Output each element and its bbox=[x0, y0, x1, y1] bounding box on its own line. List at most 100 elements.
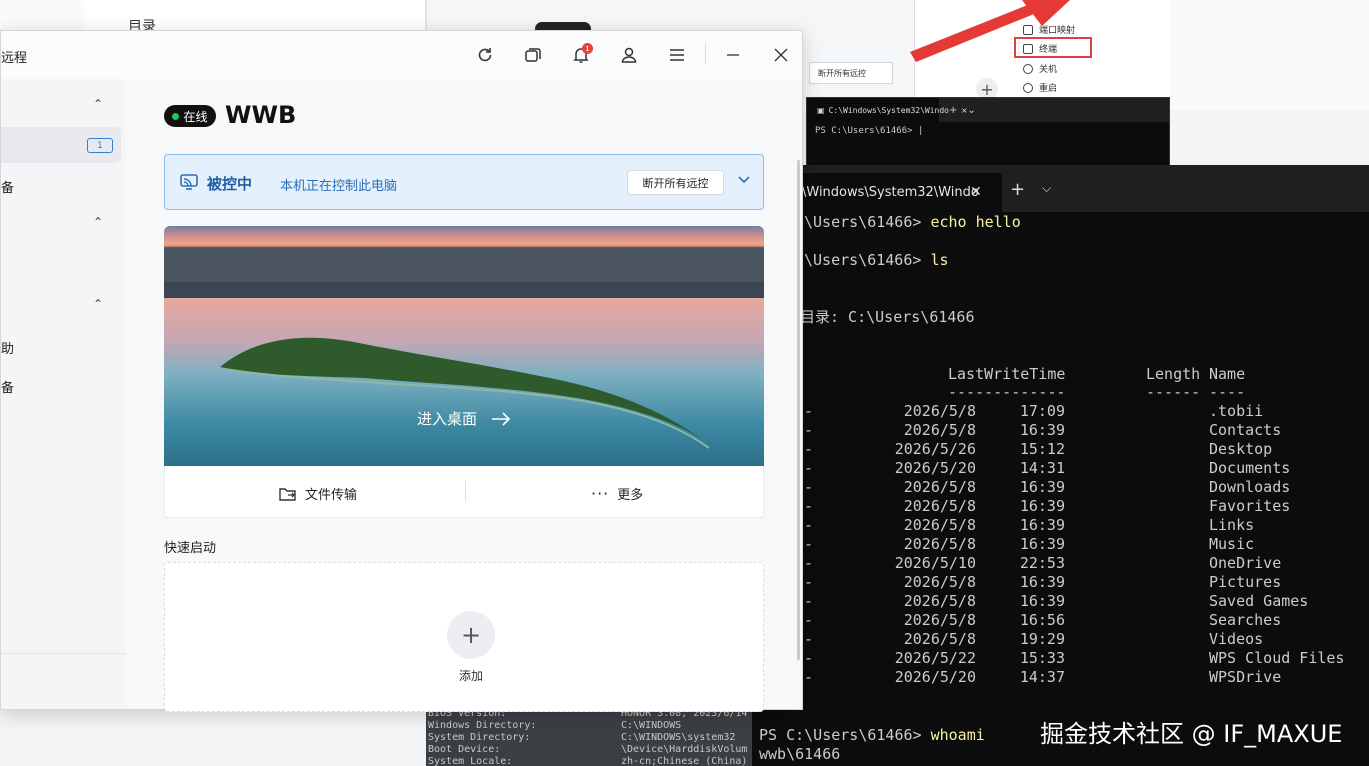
small-terminal-tabbar: ▣ C:\Windows\System32\Windo × + ⌄ bbox=[807, 98, 1169, 122]
remote-screen-icon bbox=[180, 173, 200, 191]
small-terminal-tab[interactable]: ▣ C:\Windows\System32\Windo × bbox=[807, 98, 968, 122]
menu-item-label: 重启 bbox=[1039, 84, 1058, 94]
entry-name: Contacts bbox=[1209, 421, 1282, 439]
command: echo hello bbox=[930, 213, 1021, 231]
mode-dash: - bbox=[804, 630, 814, 648]
entry-date: 2026/5/8 bbox=[903, 573, 976, 591]
column-header-name: Name bbox=[1209, 365, 1246, 383]
mode-dash: - bbox=[804, 516, 814, 534]
chevron-down-icon[interactable]: ⌄ bbox=[967, 105, 975, 116]
watermark: 掘金技术社区 @ IF_MAXUE bbox=[1040, 720, 1343, 748]
menu-item-shutdown[interactable]: 关机 bbox=[1023, 62, 1057, 75]
banner-title: 被控中 bbox=[207, 175, 253, 193]
entry-time: 22:53 bbox=[1019, 554, 1065, 572]
entry-name: Saved Games bbox=[1209, 592, 1309, 610]
status-label: 在线 bbox=[183, 109, 208, 124]
entry-time: 19:29 bbox=[1019, 630, 1065, 648]
entry-name: .tobii bbox=[1209, 402, 1264, 420]
file-transfer-label: 文件传输 bbox=[305, 488, 358, 503]
arrow-right-icon bbox=[492, 411, 511, 426]
column-header-length: Length bbox=[1146, 365, 1201, 383]
user-icon[interactable] bbox=[617, 43, 641, 67]
entry-date: 2026/5/22 bbox=[894, 649, 976, 667]
mode-dash: - bbox=[804, 573, 814, 591]
entry-name: WPSDrive bbox=[1209, 668, 1282, 686]
refresh-icon[interactable] bbox=[473, 43, 497, 67]
command-output: wwb\61466 bbox=[759, 745, 841, 763]
entry-date: 2026/5/8 bbox=[903, 478, 976, 496]
entry-name: OneDrive bbox=[1209, 554, 1282, 572]
sidebar-item-label[interactable]: 备 bbox=[1, 377, 14, 396]
chevron-down-icon[interactable] bbox=[737, 174, 751, 189]
online-dot-icon bbox=[172, 112, 180, 120]
quick-start-area: + 添加 bbox=[164, 562, 764, 712]
entry-time: 16:39 bbox=[1019, 421, 1065, 439]
sysinfo-value: zh-cn;Chinese (China) bbox=[621, 756, 748, 766]
count-badge: 1 bbox=[87, 138, 113, 153]
entry-time: 16:39 bbox=[1019, 478, 1065, 496]
minimize-icon[interactable] bbox=[721, 43, 745, 67]
enter-desktop-label: 进入桌面 bbox=[416, 410, 477, 428]
entry-time: 16:39 bbox=[1019, 516, 1065, 534]
entry-date: 2026/5/8 bbox=[903, 611, 976, 629]
action-divider bbox=[465, 481, 466, 501]
prompt: PS C:\Users\61466> bbox=[759, 726, 931, 744]
more-button[interactable]: ··· 更多 bbox=[591, 484, 643, 503]
mode-dash: - bbox=[804, 554, 814, 572]
background-disconnect-button[interactable]: 断开所有远控 bbox=[809, 62, 893, 84]
sidebar-item-label[interactable]: 备 bbox=[1, 177, 14, 196]
entry-name: Documents bbox=[1209, 459, 1291, 477]
bell-icon[interactable]: 1 bbox=[569, 43, 593, 67]
entry-time: 15:33 bbox=[1019, 649, 1065, 667]
column-separator: ------------- bbox=[948, 383, 1066, 401]
folder-transfer-icon bbox=[279, 487, 296, 501]
chevron-up-icon[interactable]: ⌃ bbox=[93, 297, 103, 311]
small-terminal-prompt: PS C:\Users\61466> | bbox=[815, 126, 924, 136]
entry-date: 2026/5/20 bbox=[894, 668, 976, 686]
scrollbar[interactable] bbox=[797, 160, 800, 660]
sysinfo-key: System Locale: bbox=[428, 756, 513, 766]
new-tab-icon[interactable]: + bbox=[949, 105, 957, 116]
column-separator: ------ bbox=[1146, 383, 1201, 401]
desktop-preview[interactable]: 进入桌面 bbox=[164, 226, 764, 466]
enter-desktop-button[interactable]: 进入桌面 bbox=[164, 408, 764, 429]
menu-item-restart[interactable]: 重启 bbox=[1023, 81, 1057, 94]
mode-dash: - bbox=[804, 668, 814, 686]
terminal-tab-title: \Windows\System32\Windo bbox=[802, 185, 979, 200]
entry-date: 2026/5/10 bbox=[894, 554, 976, 572]
chevron-up-icon[interactable]: ⌃ bbox=[93, 215, 103, 229]
close-tab-icon[interactable]: ✕ bbox=[970, 184, 982, 200]
title-divider bbox=[705, 43, 706, 65]
terminal-line: \Users\61466> ls bbox=[804, 251, 949, 270]
new-tab-icon[interactable]: + bbox=[1010, 179, 1025, 200]
entry-date: 2026/5/8 bbox=[903, 592, 976, 610]
add-icon[interactable]: + bbox=[447, 611, 495, 659]
column-separator: ---- bbox=[1209, 383, 1246, 401]
sidebar-divider bbox=[1, 653, 125, 654]
entry-date: 2026/5/8 bbox=[903, 497, 976, 515]
action-bar: 文件传输 ··· 更多 bbox=[164, 466, 764, 518]
close-icon[interactable] bbox=[769, 43, 793, 67]
entry-time: 14:37 bbox=[1019, 668, 1065, 686]
entry-name: Pictures bbox=[1209, 573, 1282, 591]
device-name: WWB bbox=[225, 101, 297, 129]
entry-name: Music bbox=[1209, 535, 1255, 553]
sidebar-item-label[interactable]: 助 bbox=[1, 338, 14, 357]
quick-start-title: 快速启动 bbox=[164, 541, 217, 556]
disconnect-all-button[interactable]: 断开所有远控 bbox=[628, 171, 723, 194]
windows-icon[interactable] bbox=[521, 43, 545, 67]
mode-dash: - bbox=[804, 440, 814, 458]
menu-icon[interactable] bbox=[665, 43, 689, 67]
terminal-window[interactable]: \Windows\System32\Windo ✕ + ⌵ \Users\614… bbox=[752, 165, 1369, 766]
prompt: \Users\61466> bbox=[804, 251, 931, 269]
red-arrow-annotation bbox=[910, 0, 1070, 62]
entry-date: 2026/5/8 bbox=[903, 402, 976, 420]
banner-description: 本机正在控制此电脑 bbox=[280, 179, 398, 194]
file-transfer-button[interactable]: 文件传输 bbox=[279, 484, 357, 503]
entry-time: 16:39 bbox=[1019, 497, 1065, 515]
chevron-down-icon[interactable]: ⌵ bbox=[1042, 181, 1051, 196]
sysinfo-key: Boot Device: bbox=[428, 744, 501, 755]
more-dots-icon: ··· bbox=[591, 484, 610, 503]
mode-dash: - bbox=[804, 421, 814, 439]
chevron-up-icon[interactable]: ⌃ bbox=[93, 97, 103, 111]
